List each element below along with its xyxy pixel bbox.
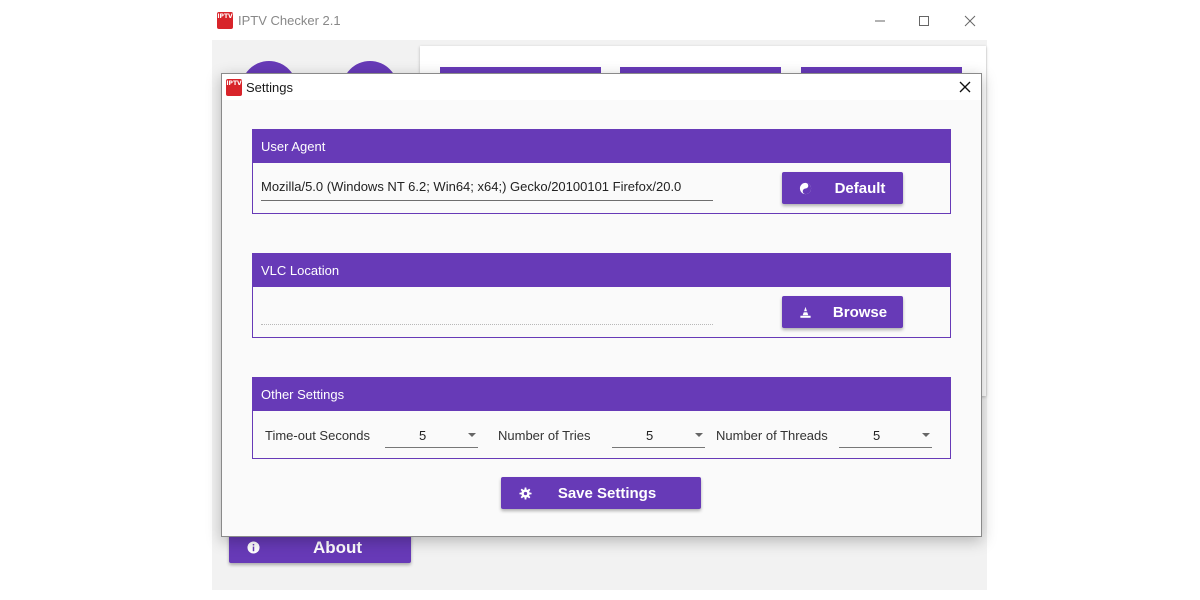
dropdown-arrow-icon: [695, 433, 703, 437]
maximize-button[interactable]: [907, 8, 941, 34]
settings-dialog: IPTV Settings User Agent Default VLC Loc…: [221, 73, 982, 537]
default-button[interactable]: Default: [782, 172, 903, 204]
close-icon: [959, 81, 971, 93]
vlc-location-section: VLC Location Browse: [252, 253, 951, 338]
timeout-value: 5: [419, 428, 427, 443]
maximize-icon: [919, 16, 929, 26]
vlc-location-header: VLC Location: [253, 254, 950, 287]
user-agent-section: User Agent Default: [252, 129, 951, 214]
default-button-label: Default: [834, 180, 886, 197]
threads-label: Number of Threads: [716, 428, 828, 443]
dialog-logo-text: IPTV: [226, 80, 242, 87]
user-agent-input[interactable]: [261, 173, 713, 201]
threads-select[interactable]: 5: [839, 421, 932, 448]
window-close-button[interactable]: [953, 8, 987, 34]
timeout-select[interactable]: 5: [385, 421, 478, 448]
dialog-logo-icon: IPTV: [226, 79, 242, 96]
dropdown-arrow-icon: [468, 433, 476, 437]
browse-button-label: Browse: [832, 304, 888, 321]
timeout-label: Time-out Seconds: [265, 428, 371, 443]
vlc-location-input[interactable]: [261, 297, 713, 325]
tries-select[interactable]: 5: [612, 421, 705, 448]
about-button-label: About: [312, 538, 363, 557]
dialog-titlebar: IPTV Settings: [222, 74, 981, 100]
app-logo-text: IPTV: [217, 13, 233, 20]
minimize-icon: [875, 20, 885, 22]
tries-label: Number of Tries: [498, 428, 591, 443]
app-title: IPTV Checker 2.1: [238, 13, 341, 28]
dropdown-arrow-icon: [922, 433, 930, 437]
app-logo-icon: IPTV: [217, 12, 233, 29]
app-titlebar: IPTV IPTV Checker 2.1: [212, 0, 987, 40]
save-settings-label: Save Settings: [557, 485, 657, 502]
minimize-button[interactable]: [863, 8, 897, 34]
user-agent-header: User Agent: [253, 130, 950, 163]
other-settings-section: Other Settings Time-out Seconds 5 Number…: [252, 377, 951, 459]
other-settings-header: Other Settings: [253, 378, 950, 411]
tries-value: 5: [646, 428, 654, 443]
dialog-title: Settings: [246, 80, 293, 95]
threads-value: 5: [873, 428, 881, 443]
dialog-close-button[interactable]: [954, 77, 976, 97]
browse-button[interactable]: Browse: [782, 296, 903, 328]
close-icon: [964, 15, 976, 27]
save-settings-button[interactable]: Save Settings: [501, 477, 701, 509]
vlc-cone-icon: [800, 306, 811, 318]
default-icon: [799, 182, 812, 195]
